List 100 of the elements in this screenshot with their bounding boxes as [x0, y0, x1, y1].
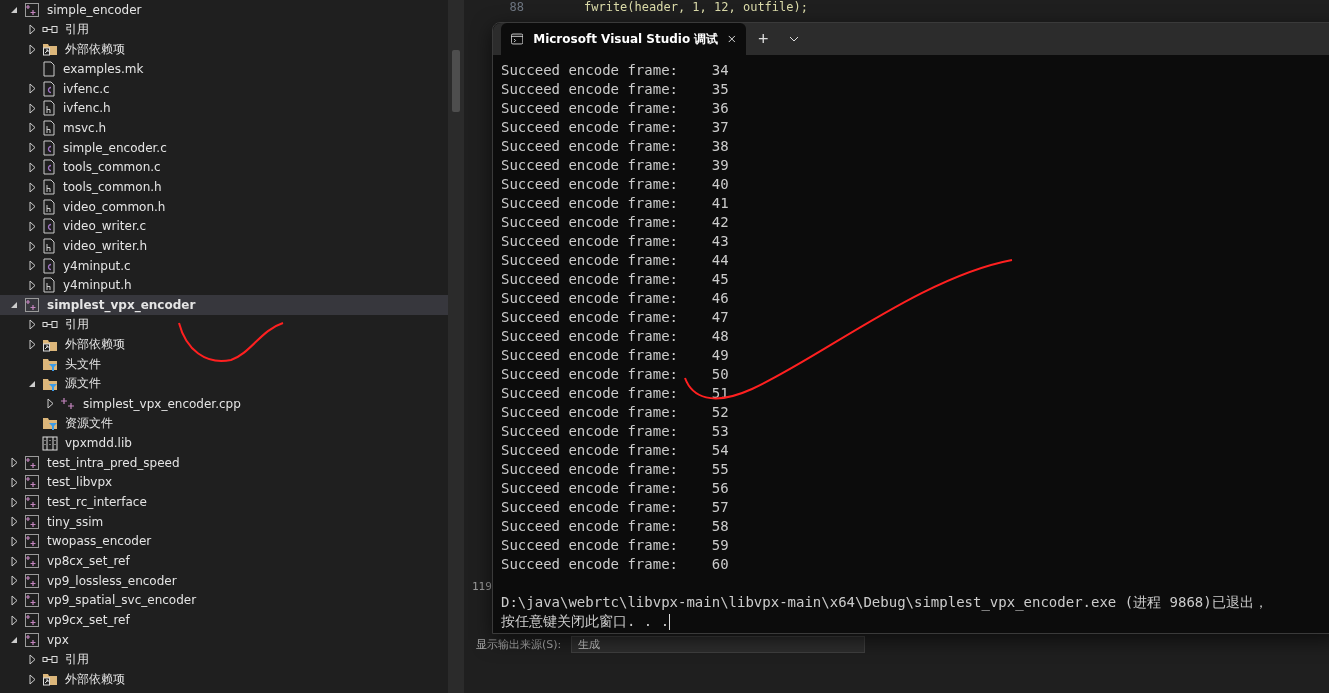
tree-item[interactable]: 引用 [0, 19, 448, 40]
tree-item[interactable]: msvc.h [0, 118, 448, 138]
tree-item[interactable]: 引用 [0, 649, 448, 670]
scrollbar[interactable] [448, 0, 464, 693]
collapsed-icon[interactable] [10, 535, 18, 547]
header-file-icon [42, 238, 56, 255]
collapsed-icon[interactable] [10, 614, 18, 626]
collapsed-icon[interactable] [28, 339, 36, 351]
tree-item[interactable]: tools_common.c [0, 157, 448, 178]
collapsed-icon[interactable] [28, 83, 36, 95]
console-line: Succeed encode frame: 53 [501, 422, 730, 441]
reference-icon [42, 24, 58, 35]
line-number: 88 [508, 0, 525, 14]
project-icon [24, 494, 40, 511]
console-line: Succeed encode frame: 35 [501, 80, 730, 99]
collapsed-icon[interactable] [28, 24, 36, 36]
terminal-tab[interactable]: Microsoft Visual Studio 调试 [501, 23, 746, 55]
console-line: Succeed encode frame: 57 [501, 498, 730, 517]
tree-item[interactable]: vp9_spatial_svc_encoder [0, 590, 448, 611]
terminal-icon [511, 32, 524, 46]
collapsed-icon[interactable] [28, 142, 36, 154]
header-file-icon [42, 100, 56, 117]
close-icon[interactable] [728, 34, 736, 44]
tree-item[interactable]: vpx [0, 630, 448, 650]
collapsed-icon[interactable] [28, 319, 36, 331]
tree-item[interactable]: 资源文件 [0, 413, 448, 434]
tree-item[interactable]: 外部依赖项 [0, 334, 448, 355]
collapsed-icon[interactable] [10, 516, 18, 528]
collapsed-icon[interactable] [28, 279, 36, 291]
console-line: Succeed encode frame: 45 [501, 270, 730, 289]
tree-item[interactable]: video_writer.c [0, 216, 448, 237]
collapsed-icon[interactable] [10, 496, 18, 508]
tree-item[interactable]: test_rc_interface [0, 492, 448, 512]
expanded-icon[interactable] [10, 301, 18, 310]
collapsed-icon[interactable] [28, 181, 36, 193]
tree-item[interactable]: vp8cx_set_ref [0, 551, 448, 571]
output-source-dropdown[interactable]: 生成 [571, 636, 866, 653]
collapsed-icon[interactable] [28, 122, 36, 134]
project-icon [24, 592, 40, 609]
expanded-icon[interactable] [10, 635, 18, 644]
tree-item[interactable]: 源文件 [0, 374, 448, 394]
collapsed-icon[interactable] [46, 398, 54, 410]
c-file-icon [42, 257, 56, 274]
c-file-icon [42, 80, 56, 97]
scroll-thumb[interactable] [452, 50, 460, 112]
tree-item[interactable]: examples.mk [0, 59, 448, 79]
console-line: Succeed encode frame: 34 [501, 61, 730, 80]
tree-item[interactable]: 引用 [0, 315, 448, 335]
collapsed-icon[interactable] [10, 575, 18, 587]
tree-item[interactable]: vp9_lossless_encoder [0, 570, 448, 591]
tree-item[interactable]: 外部依赖项 [0, 39, 448, 60]
console-line: Succeed encode frame: 37 [501, 118, 730, 137]
tree-item[interactable]: 外部依赖项 [0, 669, 448, 690]
collapsed-icon[interactable] [10, 594, 18, 606]
tree-item[interactable]: ivfenc.c [0, 78, 448, 99]
expanded-icon[interactable] [10, 5, 18, 14]
tree-item[interactable]: vpxmdd.lib [0, 433, 448, 453]
project-icon [24, 513, 40, 530]
collapsed-icon[interactable] [28, 161, 36, 173]
c-file-icon [42, 159, 56, 176]
console-line: Succeed encode frame: 48 [501, 327, 730, 346]
collapsed-icon[interactable] [10, 476, 18, 488]
collapsed-icon[interactable] [28, 102, 36, 114]
console-line: Succeed encode frame: 40 [501, 175, 730, 194]
tree-item[interactable]: twopass_encoder [0, 531, 448, 552]
tree-item[interactable]: video_writer.h [0, 236, 448, 256]
collapsed-icon[interactable] [28, 220, 36, 232]
tree-item[interactable]: video_common.h [0, 196, 448, 217]
filter-folder-icon [42, 356, 58, 373]
collapsed-icon[interactable] [10, 555, 18, 567]
line-number: 119 [472, 580, 492, 593]
collapsed-icon[interactable] [10, 457, 18, 469]
collapsed-icon[interactable] [28, 201, 36, 213]
tree-item[interactable]: simple_encoder [0, 0, 448, 20]
tree-item[interactable]: simple_encoder.c [0, 137, 448, 158]
tree-item[interactable]: test_libvpx [0, 472, 448, 493]
tree-item[interactable]: y4minput.h [0, 275, 448, 296]
console-line: Succeed encode frame: 39 [501, 156, 730, 175]
collapsed-icon[interactable] [28, 240, 36, 252]
tree-item[interactable]: test_intra_pred_speed [0, 452, 448, 473]
tree-item[interactable]: vp9cx_set_ref [0, 610, 448, 630]
console-line: Succeed encode frame: 56 [501, 479, 730, 498]
tree-item[interactable]: 头文件 [0, 354, 448, 375]
project-icon [24, 612, 40, 629]
collapsed-icon[interactable] [28, 673, 36, 685]
collapsed-icon[interactable] [28, 43, 36, 55]
tree-item[interactable]: simplest_vpx_encoder.cpp [0, 393, 448, 414]
tree-item[interactable]: y4minput.c [0, 255, 448, 276]
new-tab-button[interactable]: + [750, 23, 777, 55]
tree-item[interactable]: ivfenc.h [0, 98, 448, 119]
tree-item[interactable]: tools_common.h [0, 177, 448, 197]
folder-icon [42, 41, 58, 58]
header-file-icon [42, 119, 56, 136]
collapsed-icon[interactable] [28, 260, 36, 272]
project-icon [24, 553, 40, 570]
console-line: Succeed encode frame: 59 [501, 536, 730, 555]
expanded-icon[interactable] [28, 379, 36, 388]
tree-item[interactable]: simplest_vpx_encoder [0, 295, 448, 315]
tree-item[interactable]: tiny_ssim [0, 511, 448, 532]
collapsed-icon[interactable] [28, 654, 36, 666]
